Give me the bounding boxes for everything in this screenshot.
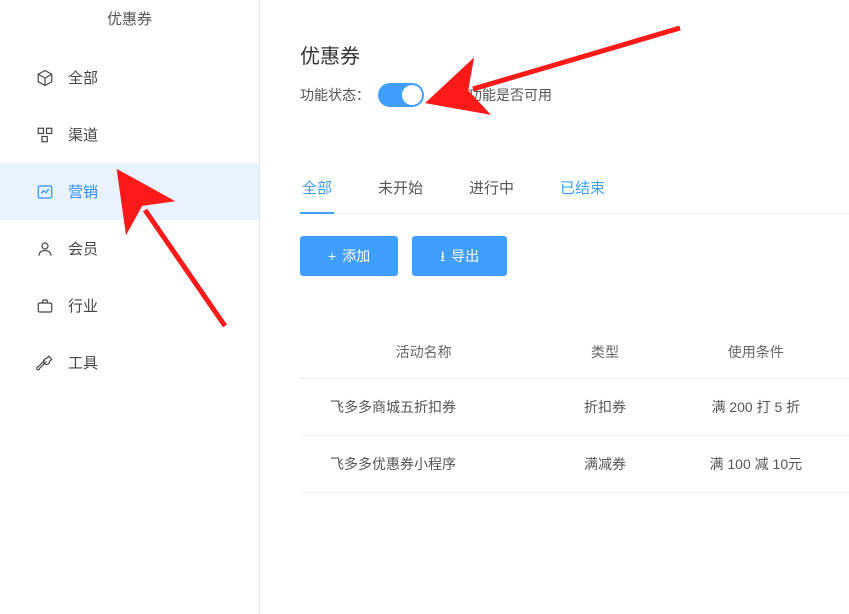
action-buttons: + 添加 ⭳ 导出 [300,236,849,276]
tab-ended[interactable]: 已结束 [558,177,607,214]
col-condition: 使用条件 [663,326,849,379]
sidebar-title: 优惠券 [0,0,259,49]
toggle-description: 控制功能是否可用 [440,85,552,105]
box-icon [36,69,54,87]
sidebar: 优惠券 全部 渠道 营销 会员 [0,0,260,614]
toggle-knob [402,85,422,105]
cell-condition: 满 100 减 10元 [663,436,849,493]
sidebar-item-label: 营销 [68,181,98,202]
sidebar-item-label: 行业 [68,295,98,316]
sidebar-item-member[interactable]: 会员 [0,220,259,277]
tab-not-started[interactable]: 未开始 [376,177,425,214]
header-section: 优惠券 功能状态： 控制功能是否可用 [300,40,849,107]
table-header-row: 活动名称 类型 使用条件 [300,326,849,379]
toggle-row: 功能状态： 控制功能是否可用 [300,83,849,107]
export-button-label: 导出 [451,246,479,266]
sidebar-item-tools[interactable]: 工具 [0,334,259,391]
cell-name: 飞多多优惠券小程序 [300,436,547,493]
channel-icon [36,126,54,144]
tab-all[interactable]: 全部 [300,177,334,214]
sidebar-item-label: 会员 [68,238,98,259]
cell-type: 满减券 [547,436,662,493]
table-row[interactable]: 飞多多优惠券小程序 满减券 满 100 减 10元 [300,436,849,493]
add-button[interactable]: + 添加 [300,236,398,276]
sidebar-item-industry[interactable]: 行业 [0,277,259,334]
cell-type: 折扣券 [547,379,662,436]
sidebar-item-label: 渠道 [68,124,98,145]
export-button[interactable]: ⭳ 导出 [412,236,507,276]
main-content: 优惠券 功能状态： 控制功能是否可用 全部 未开始 进行中 已结束 + 添加 ⭳ [260,0,849,614]
sidebar-item-all[interactable]: 全部 [0,49,259,106]
plus-icon: + [328,249,336,263]
add-button-label: 添加 [342,246,370,266]
user-icon [36,240,54,258]
sidebar-item-label: 全部 [68,67,98,88]
feature-toggle[interactable] [378,83,424,107]
sidebar-item-marketing[interactable]: 营销 [0,163,259,220]
chart-icon [36,183,54,201]
col-type: 类型 [547,326,662,379]
cell-condition: 满 200 打 5 折 [663,379,849,436]
table-row[interactable]: 飞多多商城五折扣券 折扣券 满 200 打 5 折 [300,379,849,436]
col-name: 活动名称 [300,326,547,379]
toggle-label: 功能状态： [300,85,370,105]
download-icon: ⭳ [440,249,445,263]
page-title: 优惠券 [300,40,849,69]
filter-tabs: 全部 未开始 进行中 已结束 [300,177,849,214]
wrench-icon [36,354,54,372]
coupon-table: 活动名称 类型 使用条件 飞多多商城五折扣券 折扣券 满 200 打 5 折 飞… [300,326,849,493]
tab-in-progress[interactable]: 进行中 [467,177,516,214]
briefcase-icon [36,297,54,315]
cell-name: 飞多多商城五折扣券 [300,379,547,436]
sidebar-item-label: 工具 [68,352,98,373]
sidebar-item-channel[interactable]: 渠道 [0,106,259,163]
